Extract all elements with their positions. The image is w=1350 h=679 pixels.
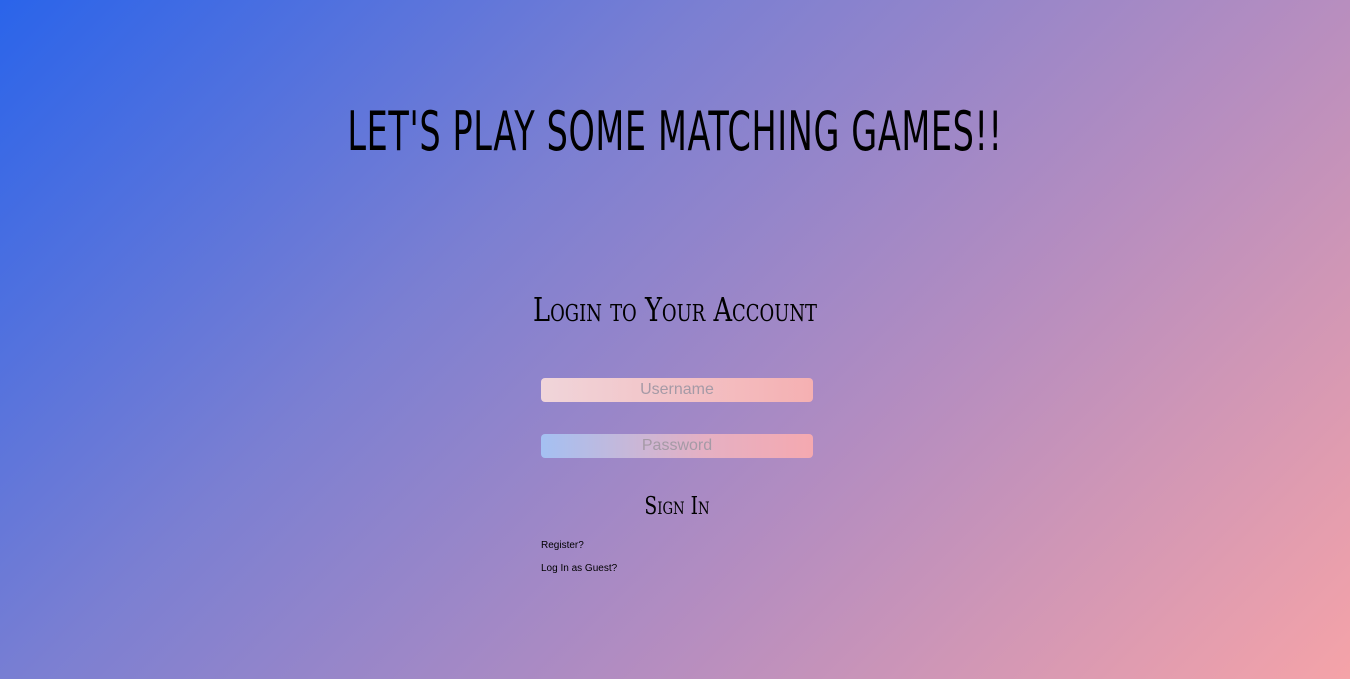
login-heading: Login to Your Account [532,290,817,329]
password-input[interactable] [541,434,813,458]
page-title: LET'S PLAY SOME MATCHING GAMES!! [347,100,1003,163]
sign-in-button[interactable]: Sign In [597,488,756,524]
guest-login-link[interactable]: Log In as Guest? [541,563,617,574]
username-input[interactable] [541,378,813,402]
register-link[interactable]: Register? [541,540,584,551]
